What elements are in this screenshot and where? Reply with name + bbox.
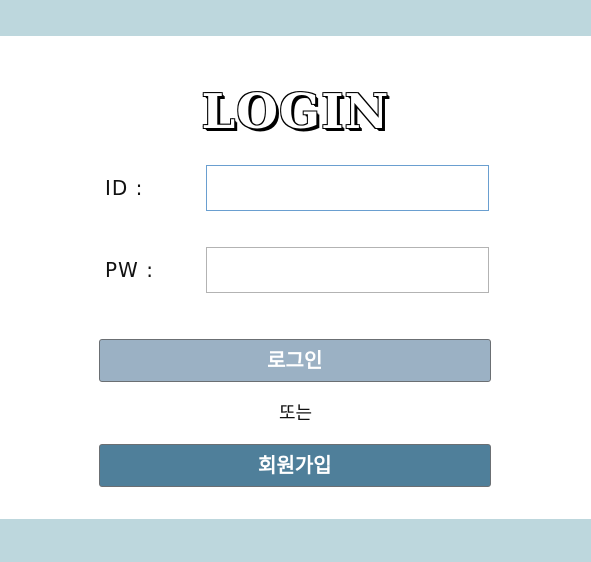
signup-button[interactable]: 회원가입 bbox=[99, 444, 491, 487]
id-label: ID : bbox=[105, 176, 144, 200]
id-input[interactable] bbox=[206, 165, 489, 211]
bottom-banner bbox=[0, 519, 591, 562]
page-title: LOGIN bbox=[201, 84, 390, 140]
top-banner bbox=[0, 0, 591, 36]
or-divider-text: 또는 bbox=[278, 403, 313, 424]
login-button[interactable]: 로그인 bbox=[99, 339, 491, 382]
pw-label: PW : bbox=[105, 258, 154, 282]
pw-input[interactable] bbox=[206, 247, 489, 293]
